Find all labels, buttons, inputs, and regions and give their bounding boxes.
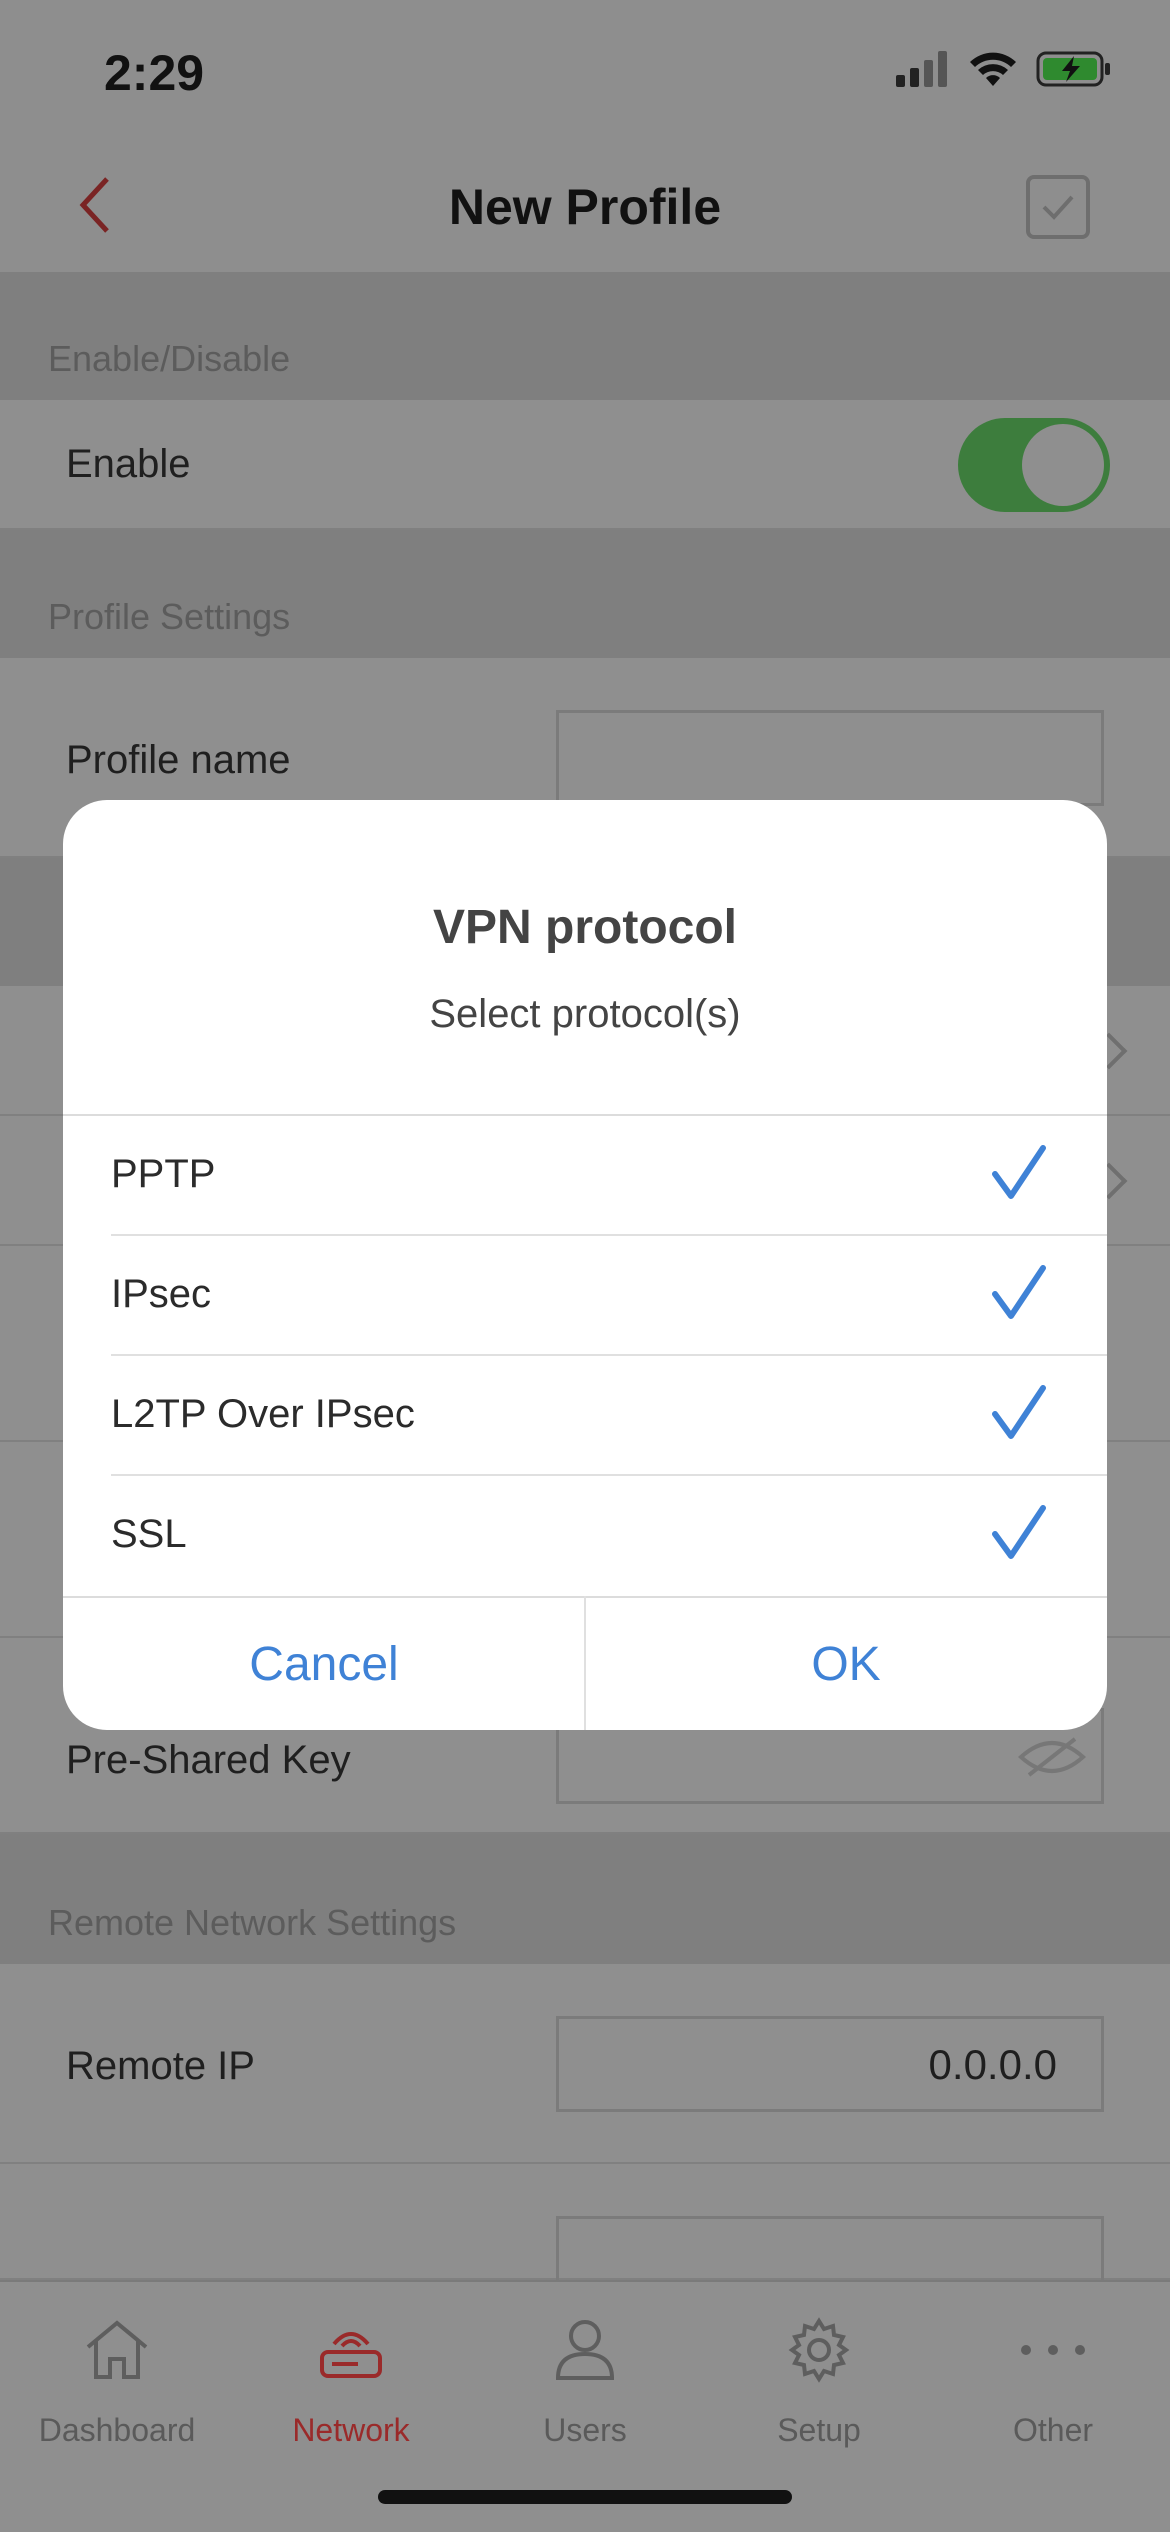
psk-label: Pre-Shared Key <box>66 1738 351 1782</box>
enable-toggle[interactable] <box>958 418 1110 512</box>
profile-name-field[interactable] <box>556 710 1104 806</box>
section-header-remote: Remote Network Settings <box>0 1834 1170 1964</box>
home-indicator[interactable] <box>378 2490 792 2504</box>
protocol-option-l2tp[interactable]: L2TP Over IPsec <box>63 1356 1107 1476</box>
save-checkbox-button[interactable] <box>1026 175 1090 239</box>
dialog-subtitle: Select protocol(s) <box>429 992 741 1036</box>
cellular-signal-icon <box>896 51 947 87</box>
tab-users[interactable]: Users <box>468 2302 702 2449</box>
wifi-icon <box>970 52 1016 86</box>
toggle-knob <box>1022 424 1104 506</box>
vpn-protocol-dialog: VPN protocol Select protocol(s) PPTP IPs… <box>63 800 1107 1730</box>
option-label: L2TP Over IPsec <box>111 1392 415 1436</box>
cancel-button[interactable]: Cancel <box>63 1598 585 1730</box>
section-header-enable: Enable/Disable <box>0 272 1170 400</box>
next-field[interactable] <box>556 2216 1104 2280</box>
enable-label: Enable <box>66 442 191 486</box>
status-time: 2:29 <box>104 45 205 101</box>
enable-row: Enable <box>0 400 1170 530</box>
tab-label: Other <box>1012 2412 1094 2448</box>
checkmark-icon <box>1042 195 1074 220</box>
remote-ip-label: Remote IP <box>66 2044 255 2088</box>
tab-label: Dashboard <box>38 2412 196 2448</box>
profile-name-label: Profile name <box>66 738 291 782</box>
checkmark-icon <box>992 1145 1046 1199</box>
option-label: SSL <box>111 1512 187 1556</box>
checkmark-icon <box>992 1385 1046 1439</box>
remote-ip-value: 0.0.0.0 <box>928 2041 1057 2088</box>
tab-label: Users <box>543 2412 627 2448</box>
tab-other[interactable]: Other <box>936 2302 1170 2449</box>
user-icon <box>555 2320 615 2380</box>
router-icon <box>320 2332 382 2378</box>
checkmark-icon <box>992 1505 1046 1559</box>
status-bar: 2:29 <box>0 0 1170 140</box>
remote-ip-row: Remote IP 0.0.0.0 <box>0 1964 1170 2164</box>
battery-charging-icon <box>1036 51 1110 87</box>
gear-icon <box>788 2317 850 2383</box>
more-icon <box>1021 2345 1085 2355</box>
tab-dashboard[interactable]: Dashboard <box>0 2302 234 2449</box>
tab-label: Network <box>292 2412 410 2448</box>
option-label: PPTP <box>111 1152 216 1196</box>
checkmark-icon <box>992 1265 1046 1319</box>
navigation-bar: New Profile <box>0 140 1170 272</box>
page-title: New Profile <box>448 179 722 235</box>
tab-label: Setup <box>777 2412 861 2448</box>
next-row <box>0 2164 1170 2280</box>
dialog-title: VPN protocol <box>432 901 737 954</box>
protocol-option-ipsec[interactable]: IPsec <box>63 1236 1107 1356</box>
option-label: IPsec <box>111 1272 212 1316</box>
tab-network[interactable]: Network <box>234 2302 468 2449</box>
tab-setup[interactable]: Setup <box>702 2302 936 2449</box>
section-header-profile: Profile Settings <box>0 530 1170 658</box>
ok-button[interactable]: OK <box>585 1598 1107 1730</box>
home-icon <box>86 2320 148 2379</box>
protocol-option-ssl[interactable]: SSL <box>63 1476 1107 1596</box>
remote-ip-field[interactable]: 0.0.0.0 <box>556 2016 1104 2112</box>
status-icons <box>896 50 1112 88</box>
protocol-option-pptp[interactable]: PPTP <box>63 1116 1107 1236</box>
eye-hidden-icon[interactable] <box>1017 1735 1087 1779</box>
